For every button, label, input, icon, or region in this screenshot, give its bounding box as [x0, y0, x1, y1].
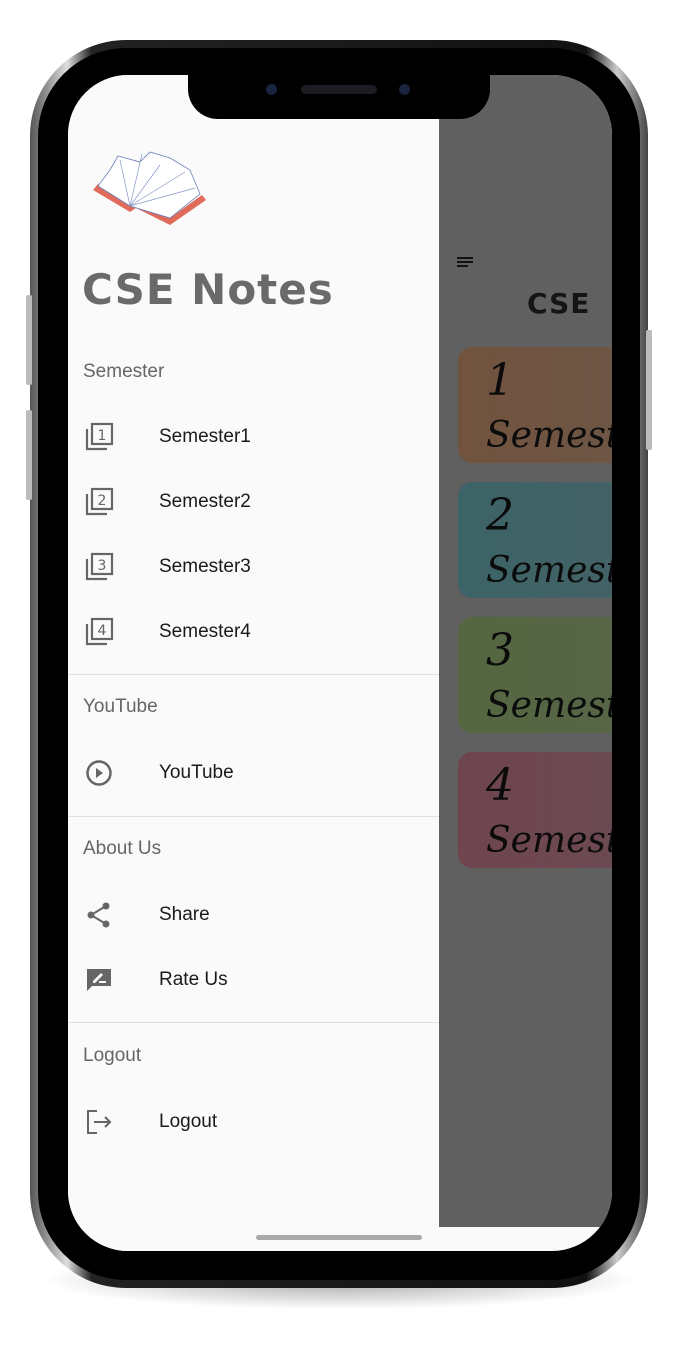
svg-text:3: 3 — [98, 558, 107, 574]
svg-text:2: 2 — [98, 493, 107, 509]
drawer-item-label: Rate Us — [159, 969, 228, 990]
front-camera — [399, 84, 410, 95]
card-number: 1 — [486, 355, 514, 406]
drawer-item-label: Logout — [159, 1111, 218, 1132]
filter-2-icon: 2 — [83, 486, 115, 518]
drawer-item-label: Semester3 — [159, 556, 251, 577]
section-header-about-us: About Us — [83, 838, 162, 859]
sensor — [266, 84, 277, 95]
drawer-item-label: Semester2 — [159, 491, 251, 512]
drawer-item-semester3[interactable]: 3 Semester3 — [68, 539, 439, 595]
svg-text:4: 4 — [98, 623, 107, 639]
home-indicator[interactable] — [256, 1235, 422, 1240]
drawer-item-share[interactable]: Share — [68, 887, 439, 943]
section-header-youtube: YouTube — [83, 696, 158, 717]
divider — [68, 816, 439, 817]
speaker — [301, 85, 377, 94]
volume-down-button — [26, 410, 32, 500]
rate-review-icon — [83, 964, 115, 996]
drawer-item-semester4[interactable]: 4 Semester4 — [68, 604, 439, 660]
semester-card-1[interactable]: 1 Semester — [458, 347, 612, 463]
youtube-icon — [83, 757, 115, 789]
brand-title: CSE Notes — [82, 265, 334, 314]
semester-card-3[interactable]: 3 Semester — [458, 617, 612, 733]
card-number: 4 — [486, 760, 514, 811]
navigation-drawer: CSE Notes Semester 1 Semester1 2 Semester2 3 S… — [68, 75, 439, 1251]
drawer-item-semester2[interactable]: 2 Semester2 — [68, 474, 439, 530]
power-button — [646, 330, 652, 450]
drawer-item-label: Share — [159, 904, 210, 925]
main-content-scrim[interactable]: CSE 1 Semester 2 Semester 3 Semester 4 Semester — [439, 75, 612, 1227]
book-logo — [93, 151, 206, 225]
divider — [68, 674, 439, 675]
section-header-logout: Logout — [83, 1045, 142, 1066]
notch — [188, 75, 490, 119]
drawer-item-logout[interactable]: Logout — [68, 1094, 439, 1150]
drawer-item-youtube[interactable]: YouTube — [68, 745, 439, 801]
drawer-item-semester1[interactable]: 1 Semester1 — [68, 409, 439, 465]
app-title: CSE — [527, 287, 591, 320]
volume-up-button — [26, 295, 32, 385]
filter-1-icon: 1 — [83, 421, 115, 453]
semester-card-4[interactable]: 4 Semester — [458, 752, 612, 868]
card-number: 2 — [486, 490, 514, 541]
screen: CSE 1Semester2Semester3Semester4Semester… — [68, 75, 612, 1251]
drawer-item-rate-us[interactable]: Rate Us — [68, 952, 439, 1008]
svg-text:1: 1 — [98, 428, 107, 444]
drawer-item-label: Semester4 — [159, 621, 251, 642]
filter-4-icon: 4 — [83, 616, 115, 648]
card-label: Semester — [486, 685, 612, 726]
drawer-item-label: Semester1 — [159, 426, 251, 447]
semester-card-2[interactable]: 2 Semester — [458, 482, 612, 598]
filter-3-icon: 3 — [83, 551, 115, 583]
drawer-item-label: YouTube — [159, 762, 234, 783]
card-number: 3 — [486, 625, 514, 676]
logout-icon — [83, 1106, 115, 1138]
menu-icon[interactable] — [457, 255, 473, 269]
card-label: Semester — [486, 550, 612, 591]
card-label: Semester — [486, 415, 612, 456]
share-icon — [83, 899, 115, 931]
section-header-semester: Semester — [83, 361, 165, 382]
divider — [68, 1022, 439, 1023]
card-label: Semester — [486, 820, 612, 861]
